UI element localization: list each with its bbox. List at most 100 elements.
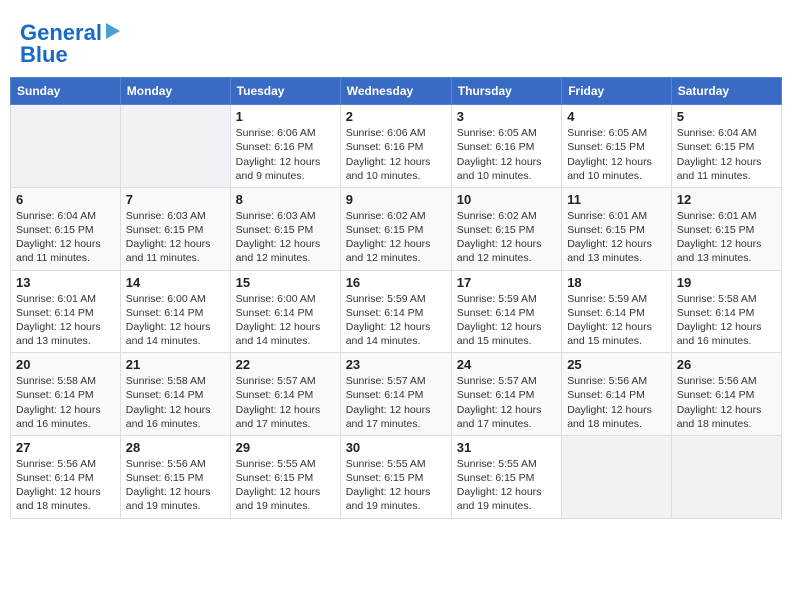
- calendar-cell: 28 Sunrise: 5:56 AM Sunset: 6:15 PM Dayli…: [120, 435, 230, 518]
- logo-blue-text: Blue: [20, 43, 68, 67]
- day-number: 7: [126, 192, 225, 207]
- page-header: General Blue: [10, 10, 782, 72]
- calendar-cell: 5 Sunrise: 6:04 AM Sunset: 6:15 PM Daylig…: [671, 105, 781, 188]
- calendar-cell: 7 Sunrise: 6:03 AM Sunset: 6:15 PM Daylig…: [120, 187, 230, 270]
- day-info: Sunrise: 6:03 AM Sunset: 6:15 PM Dayligh…: [236, 209, 335, 266]
- calendar-week-row: 27 Sunrise: 5:56 AM Sunset: 6:14 PM Dayli…: [11, 435, 782, 518]
- day-number: 11: [567, 192, 666, 207]
- day-info: Sunrise: 5:59 AM Sunset: 6:14 PM Dayligh…: [346, 292, 446, 349]
- day-number: 30: [346, 440, 446, 455]
- calendar-cell: 11Sunrise: 6:01 AM Sunset: 6:15 PM Dayli…: [562, 187, 672, 270]
- day-number: 4: [567, 109, 666, 124]
- weekday-header-saturday: Saturday: [671, 78, 781, 105]
- day-info: Sunrise: 6:02 AM Sunset: 6:15 PM Dayligh…: [346, 209, 446, 266]
- day-number: 24: [457, 357, 556, 372]
- weekday-header-friday: Friday: [562, 78, 672, 105]
- day-number: 14: [126, 275, 225, 290]
- day-number: 1: [236, 109, 335, 124]
- day-number: 16: [346, 275, 446, 290]
- day-info: Sunrise: 5:57 AM Sunset: 6:14 PM Dayligh…: [457, 374, 556, 431]
- day-info: Sunrise: 6:06 AM Sunset: 6:16 PM Dayligh…: [346, 126, 446, 183]
- day-number: 15: [236, 275, 335, 290]
- calendar-cell: 20 Sunrise: 5:58 AM Sunset: 6:14 PM Dayli…: [11, 353, 121, 436]
- day-number: 21: [126, 357, 225, 372]
- calendar-cell: 18Sunrise: 5:59 AM Sunset: 6:14 PM Dayli…: [562, 270, 672, 353]
- day-number: 25: [567, 357, 666, 372]
- calendar-cell: 17 Sunrise: 5:59 AM Sunset: 6:14 PM Dayli…: [451, 270, 561, 353]
- calendar-cell: 2Sunrise: 6:06 AM Sunset: 6:16 PM Daylig…: [340, 105, 451, 188]
- day-number: 10: [457, 192, 556, 207]
- calendar-cell: 22 Sunrise: 5:57 AM Sunset: 6:14 PM Dayli…: [230, 353, 340, 436]
- day-info: Sunrise: 6:03 AM Sunset: 6:15 PM Dayligh…: [126, 209, 225, 266]
- calendar-cell: 26 Sunrise: 5:56 AM Sunset: 6:14 PM Dayli…: [671, 353, 781, 436]
- calendar-cell: 16 Sunrise: 5:59 AM Sunset: 6:14 PM Dayli…: [340, 270, 451, 353]
- day-number: 9: [346, 192, 446, 207]
- day-info: Sunrise: 6:06 AM Sunset: 6:16 PM Dayligh…: [236, 126, 335, 183]
- day-info: Sunrise: 5:57 AM Sunset: 6:14 PM Dayligh…: [346, 374, 446, 431]
- calendar-cell: 15Sunrise: 6:00 AM Sunset: 6:14 PM Dayli…: [230, 270, 340, 353]
- calendar-week-row: 1 Sunrise: 6:06 AM Sunset: 6:16 PM Daylig…: [11, 105, 782, 188]
- calendar-cell: [120, 105, 230, 188]
- day-number: 8: [236, 192, 335, 207]
- day-info: Sunrise: 6:05 AM Sunset: 6:16 PM Dayligh…: [457, 126, 556, 183]
- calendar-cell: 30 Sunrise: 5:55 AM Sunset: 6:15 PM Dayli…: [340, 435, 451, 518]
- calendar-cell: 25 Sunrise: 5:56 AM Sunset: 6:14 PM Dayli…: [562, 353, 672, 436]
- calendar-cell: 10 Sunrise: 6:02 AM Sunset: 6:15 PM Dayli…: [451, 187, 561, 270]
- calendar-cell: 1 Sunrise: 6:06 AM Sunset: 6:16 PM Daylig…: [230, 105, 340, 188]
- day-number: 28: [126, 440, 225, 455]
- calendar-header-row: SundayMondayTuesdayWednesdayThursdayFrid…: [11, 78, 782, 105]
- weekday-header-tuesday: Tuesday: [230, 78, 340, 105]
- day-number: 6: [16, 192, 115, 207]
- day-number: 5: [677, 109, 776, 124]
- day-info: Sunrise: 5:56 AM Sunset: 6:15 PM Dayligh…: [126, 457, 225, 514]
- day-number: 18: [567, 275, 666, 290]
- day-info: Sunrise: 5:59 AM Sunset: 6:14 PM Dayligh…: [457, 292, 556, 349]
- calendar-cell: 12 Sunrise: 6:01 AM Sunset: 6:15 PM Dayli…: [671, 187, 781, 270]
- calendar-cell: 31 Sunrise: 5:55 AM Sunset: 6:15 PM Dayli…: [451, 435, 561, 518]
- day-number: 13: [16, 275, 115, 290]
- calendar-cell: 29 Sunrise: 5:55 AM Sunset: 6:15 PM Dayli…: [230, 435, 340, 518]
- day-number: 23: [346, 357, 446, 372]
- day-info: Sunrise: 5:58 AM Sunset: 6:14 PM Dayligh…: [126, 374, 225, 431]
- day-info: Sunrise: 5:58 AM Sunset: 6:14 PM Dayligh…: [16, 374, 115, 431]
- day-number: 31: [457, 440, 556, 455]
- calendar-week-row: 20 Sunrise: 5:58 AM Sunset: 6:14 PM Dayli…: [11, 353, 782, 436]
- day-number: 26: [677, 357, 776, 372]
- weekday-header-wednesday: Wednesday: [340, 78, 451, 105]
- calendar-cell: 6 Sunrise: 6:04 AM Sunset: 6:15 PM Daylig…: [11, 187, 121, 270]
- day-number: 3: [457, 109, 556, 124]
- calendar-cell: 9 Sunrise: 6:02 AM Sunset: 6:15 PM Daylig…: [340, 187, 451, 270]
- calendar-cell: 3 Sunrise: 6:05 AM Sunset: 6:16 PM Daylig…: [451, 105, 561, 188]
- day-info: Sunrise: 5:56 AM Sunset: 6:14 PM Dayligh…: [567, 374, 666, 431]
- day-number: 29: [236, 440, 335, 455]
- day-info: Sunrise: 5:57 AM Sunset: 6:14 PM Dayligh…: [236, 374, 335, 431]
- day-info: Sunrise: 5:55 AM Sunset: 6:15 PM Dayligh…: [457, 457, 556, 514]
- day-info: Sunrise: 5:58 AM Sunset: 6:14 PM Dayligh…: [677, 292, 776, 349]
- day-info: Sunrise: 5:56 AM Sunset: 6:14 PM Dayligh…: [16, 457, 115, 514]
- day-info: Sunrise: 5:55 AM Sunset: 6:15 PM Dayligh…: [346, 457, 446, 514]
- calendar-cell: 14Sunrise: 6:00 AM Sunset: 6:14 PM Dayli…: [120, 270, 230, 353]
- day-number: 17: [457, 275, 556, 290]
- weekday-header-monday: Monday: [120, 78, 230, 105]
- day-number: 12: [677, 192, 776, 207]
- calendar-cell: [562, 435, 672, 518]
- calendar-cell: 4Sunrise: 6:05 AM Sunset: 6:15 PM Daylig…: [562, 105, 672, 188]
- day-info: Sunrise: 6:01 AM Sunset: 6:15 PM Dayligh…: [677, 209, 776, 266]
- calendar-table: SundayMondayTuesdayWednesdayThursdayFrid…: [10, 77, 782, 518]
- day-number: 22: [236, 357, 335, 372]
- day-info: Sunrise: 6:01 AM Sunset: 6:14 PM Dayligh…: [16, 292, 115, 349]
- day-info: Sunrise: 6:02 AM Sunset: 6:15 PM Dayligh…: [457, 209, 556, 266]
- day-info: Sunrise: 5:55 AM Sunset: 6:15 PM Dayligh…: [236, 457, 335, 514]
- day-number: 27: [16, 440, 115, 455]
- calendar-week-row: 13 Sunrise: 6:01 AM Sunset: 6:14 PM Dayli…: [11, 270, 782, 353]
- day-info: Sunrise: 5:56 AM Sunset: 6:14 PM Dayligh…: [677, 374, 776, 431]
- day-number: 20: [16, 357, 115, 372]
- day-info: Sunrise: 6:04 AM Sunset: 6:15 PM Dayligh…: [16, 209, 115, 266]
- calendar-week-row: 6 Sunrise: 6:04 AM Sunset: 6:15 PM Daylig…: [11, 187, 782, 270]
- calendar-cell: 21 Sunrise: 5:58 AM Sunset: 6:14 PM Dayli…: [120, 353, 230, 436]
- calendar-cell: 23 Sunrise: 5:57 AM Sunset: 6:14 PM Dayli…: [340, 353, 451, 436]
- calendar-cell: 27 Sunrise: 5:56 AM Sunset: 6:14 PM Dayli…: [11, 435, 121, 518]
- day-info: Sunrise: 6:04 AM Sunset: 6:15 PM Dayligh…: [677, 126, 776, 183]
- calendar-cell: 24 Sunrise: 5:57 AM Sunset: 6:14 PM Dayli…: [451, 353, 561, 436]
- logo: General Blue: [20, 20, 124, 67]
